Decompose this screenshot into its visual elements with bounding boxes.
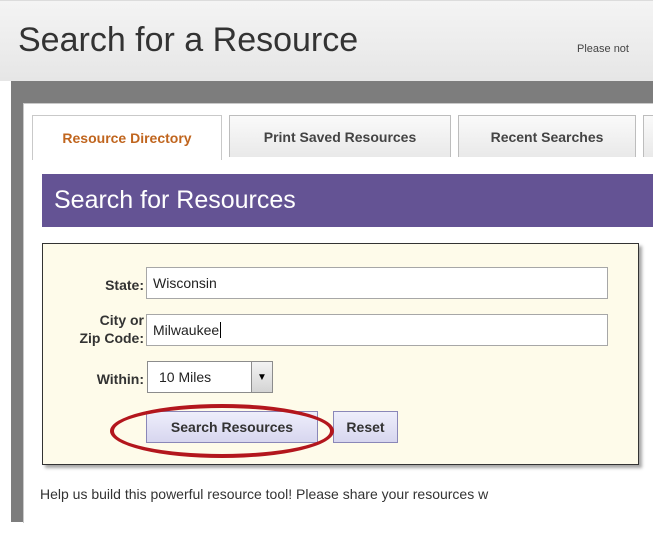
city-zip-label: City or Zip Code: (79, 311, 144, 347)
within-label: Within: (96, 371, 144, 387)
section-header: Search for Resources (42, 174, 653, 227)
state-label: State: (105, 277, 144, 293)
page-title: Search for a Resource (18, 21, 359, 59)
within-value: 10 Miles (159, 369, 212, 385)
city-zip-field[interactable]: Milwaukee (146, 314, 608, 346)
city-label-line2: Zip Code: (79, 330, 144, 346)
help-text: Help us build this powerful resource too… (40, 486, 489, 502)
tab-more[interactable] (643, 115, 653, 157)
tab-print-saved-resources[interactable]: Print Saved Resources (229, 115, 451, 157)
page-header: Search for a Resource Please not (0, 0, 653, 81)
tab-label: Recent Searches (490, 128, 604, 145)
section-title: Search for Resources (54, 186, 296, 214)
header-note: Please not (577, 43, 629, 55)
city-label-line1: City or (99, 312, 144, 328)
tab-label: Print Saved Resources (263, 128, 417, 145)
search-resources-button[interactable]: Search Resources (146, 411, 318, 443)
dropdown-arrow-icon[interactable]: ▼ (251, 362, 272, 392)
text-cursor (220, 322, 222, 338)
tab-recent-searches[interactable]: Recent Searches (458, 115, 636, 157)
search-resources-label: Search Resources (170, 419, 294, 435)
tab-resource-directory[interactable]: Resource Directory (32, 115, 222, 160)
state-field[interactable]: Wisconsin (146, 267, 608, 299)
reset-label: Reset (346, 419, 385, 435)
within-select[interactable]: 10 Miles ▼ (147, 361, 273, 393)
state-value: Wisconsin (153, 275, 217, 291)
search-form: State: Wisconsin City or Zip Code: Milwa… (42, 243, 639, 465)
reset-button[interactable]: Reset (333, 411, 398, 443)
tab-bar: Resource Directory Print Saved Resources… (32, 115, 653, 160)
tab-label: Resource Directory (62, 130, 192, 146)
city-value: Milwaukee (153, 322, 220, 338)
